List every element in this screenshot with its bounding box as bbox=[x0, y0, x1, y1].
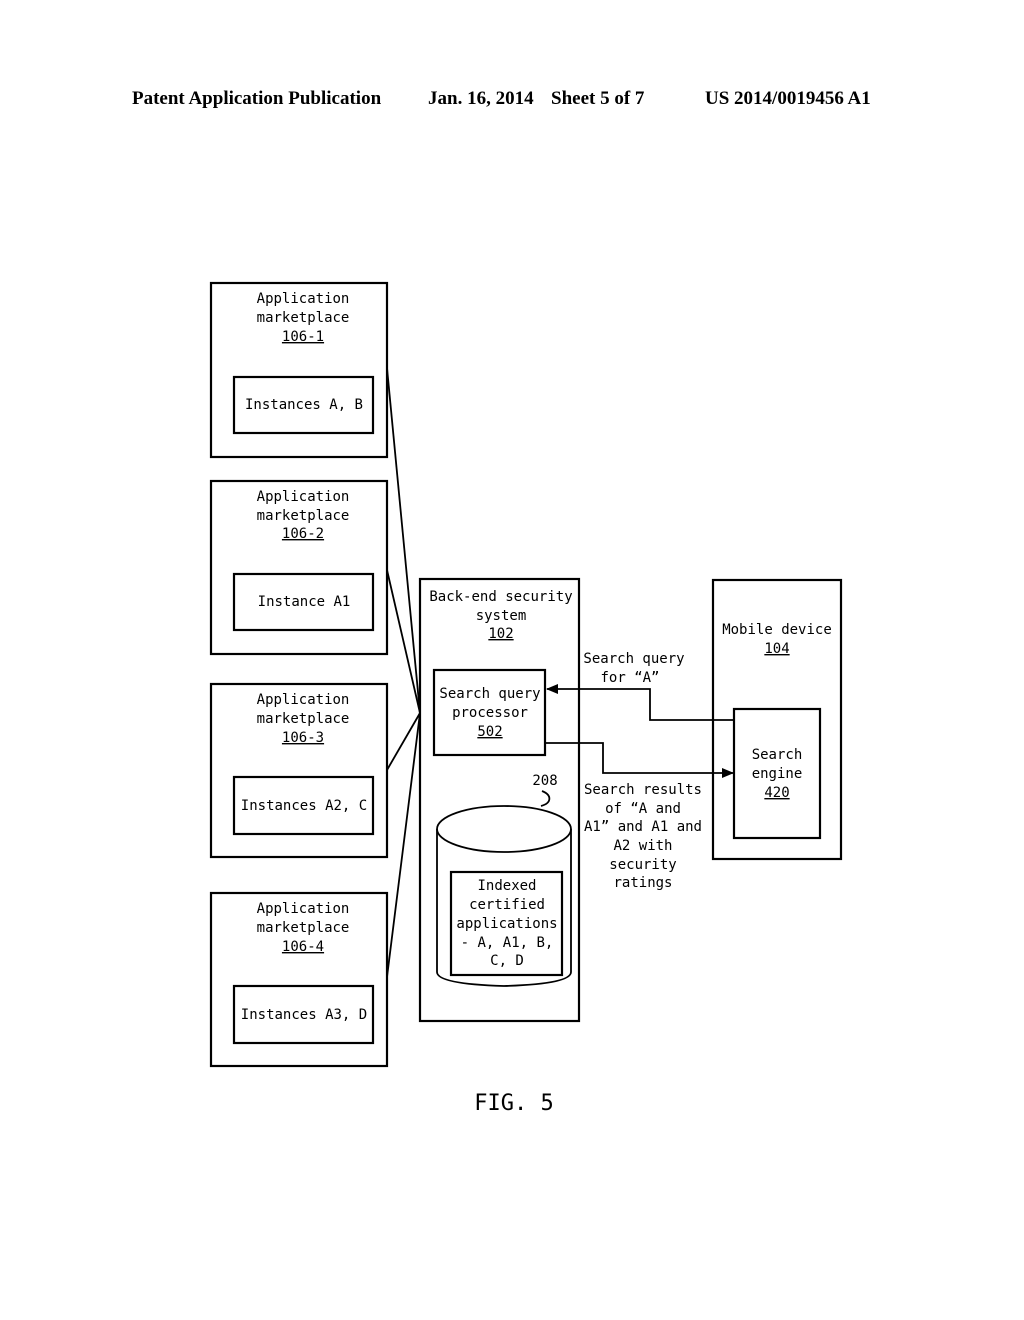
connector-106-3 bbox=[386, 712, 421, 771]
marketplace-title-line2: marketplace bbox=[257, 508, 350, 524]
query-label-line: Search query bbox=[583, 651, 684, 667]
database-leader-line bbox=[540, 790, 551, 807]
marketplace-title-line2: marketplace bbox=[257, 310, 350, 326]
certified-apps-database: 208 Indexed certified applications - A, … bbox=[436, 773, 572, 987]
processor-title-line1: Search query bbox=[439, 686, 540, 702]
connector-106-2 bbox=[386, 569, 421, 714]
results-label-line: A2 with bbox=[613, 838, 672, 854]
database-line: applications bbox=[456, 916, 557, 932]
marketplace-106-1: Application marketplace 106-1 Instances … bbox=[209, 281, 389, 459]
marketplace-title-line1: Application bbox=[257, 901, 350, 917]
results-label-line: Search results bbox=[584, 782, 702, 798]
search-engine-ref: 420 bbox=[764, 785, 789, 801]
marketplace-title-line2: marketplace bbox=[257, 920, 350, 936]
backend-security-system: Back-end security system 102 Search quer… bbox=[418, 577, 581, 1023]
database-line: - A, A1, B, bbox=[461, 935, 554, 951]
marketplace-ref: 106-2 bbox=[282, 526, 324, 542]
backend-title-line1: Back-end security bbox=[429, 589, 572, 605]
backend-title-line2: system bbox=[476, 608, 527, 624]
mobile-title: Mobile device bbox=[722, 622, 832, 638]
search-results-flow: Search results of “A and A1” and A1 and … bbox=[545, 742, 734, 891]
connector-106-1 bbox=[386, 367, 421, 714]
marketplace-106-2: Application marketplace 106-2 Instance A… bbox=[209, 479, 389, 656]
database-cylinder-top bbox=[436, 805, 572, 853]
marketplace-ref: 106-4 bbox=[282, 939, 324, 955]
database-line: Indexed bbox=[477, 878, 536, 894]
query-arrow bbox=[546, 684, 734, 721]
marketplace-box bbox=[209, 682, 389, 859]
marketplace-ref: 106-1 bbox=[282, 329, 324, 345]
results-label-line: security bbox=[609, 857, 676, 873]
search-query-flow: Search query for “A” bbox=[546, 651, 734, 721]
results-label-line: ratings bbox=[613, 875, 672, 891]
figure-diagram: Application marketplace 106-1 Instances … bbox=[209, 281, 843, 1116]
database-line: C, D bbox=[490, 953, 524, 969]
marketplace-title-line1: Application bbox=[257, 291, 350, 307]
backend-ref: 102 bbox=[488, 626, 513, 642]
marketplace-title-line1: Application bbox=[257, 692, 350, 708]
instances-label: Instance A1 bbox=[258, 594, 351, 610]
marketplace-connectors bbox=[386, 367, 421, 978]
connector-106-4 bbox=[386, 712, 421, 978]
results-label-line: A1” and A1 and bbox=[584, 819, 702, 835]
results-arrow bbox=[545, 742, 734, 778]
instances-label: Instances A3, D bbox=[241, 1007, 367, 1023]
instances-label: Instances A2, C bbox=[241, 798, 367, 814]
marketplace-title-line2: marketplace bbox=[257, 711, 350, 727]
marketplace-106-4: Application marketplace 106-4 Instances … bbox=[209, 891, 389, 1068]
marketplace-box bbox=[209, 479, 389, 656]
instances-label: Instances A, B bbox=[245, 397, 363, 413]
results-label-line: of “A and bbox=[605, 801, 681, 817]
search-engine-title-line2: engine bbox=[752, 766, 803, 782]
database-line: certified bbox=[469, 897, 545, 913]
search-engine-title-line1: Search bbox=[752, 747, 803, 763]
mobile-ref: 104 bbox=[764, 641, 789, 657]
marketplace-box bbox=[209, 891, 389, 1068]
query-label-line: for “A” bbox=[600, 670, 659, 686]
marketplace-106-3: Application marketplace 106-3 Instances … bbox=[209, 682, 389, 859]
marketplace-ref: 106-3 bbox=[282, 730, 324, 746]
search-query-processor: Search query processor 502 bbox=[432, 668, 547, 757]
database-ref: 208 bbox=[532, 773, 557, 789]
processor-title-line2: processor bbox=[452, 705, 528, 721]
marketplace-title-line1: Application bbox=[257, 489, 350, 505]
processor-ref: 502 bbox=[477, 724, 502, 740]
figure-label: FIG. 5 bbox=[474, 1091, 553, 1116]
search-engine: Search engine 420 bbox=[732, 707, 822, 840]
